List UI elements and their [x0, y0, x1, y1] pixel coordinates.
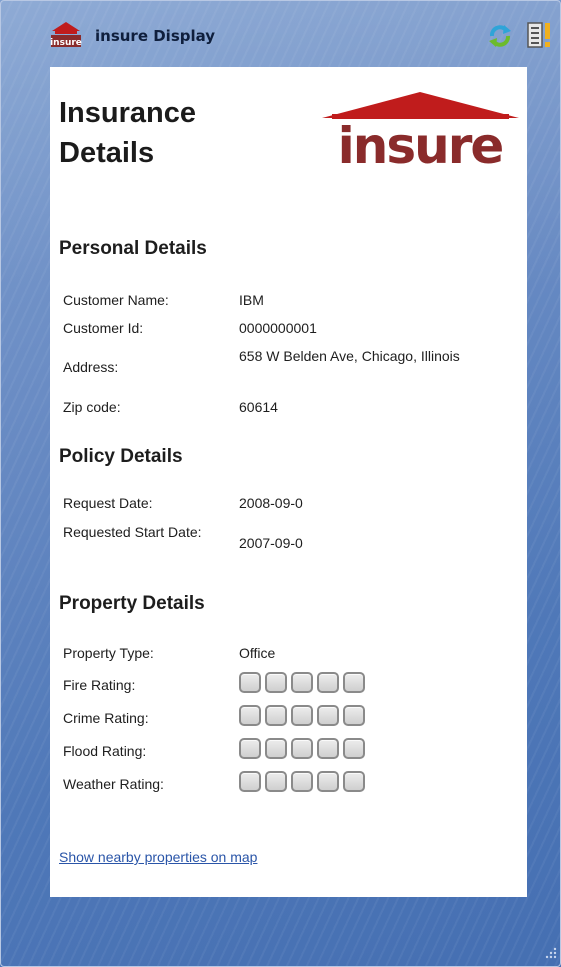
- insurance-details-panel: Insurance Details insure Personal Detail…: [50, 67, 527, 897]
- field-label: Weather Rating:: [63, 776, 164, 792]
- field-value: 2007-09-0: [239, 535, 303, 551]
- rating-box[interactable]: [343, 672, 365, 693]
- field-label: Fire Rating:: [63, 677, 136, 693]
- svg-text:insure: insure: [50, 38, 82, 48]
- policy-details-title: Policy Details: [59, 446, 183, 467]
- brand-text: insure: [338, 117, 503, 168]
- field-value: 60614: [239, 399, 278, 415]
- field-label: Zip code:: [63, 399, 121, 415]
- rating-box[interactable]: [291, 771, 313, 792]
- personal-details-title: Personal Details: [59, 238, 207, 259]
- rating-box[interactable]: [265, 705, 287, 726]
- field-value: 2008-09-0: [239, 495, 303, 511]
- rating-box[interactable]: [239, 705, 261, 726]
- page-title: Insurance Details: [59, 93, 259, 173]
- house-logo-icon: insure: [50, 22, 82, 48]
- refresh-icon[interactable]: [486, 22, 514, 50]
- app-title: insure Display: [95, 27, 216, 45]
- property-details-title: Property Details: [59, 593, 205, 614]
- field-label: Request Date:: [63, 495, 153, 511]
- rating-box[interactable]: [239, 672, 261, 693]
- field-label: Address:: [63, 359, 119, 375]
- rating-box[interactable]: [291, 705, 313, 726]
- rating-box[interactable]: [343, 705, 365, 726]
- field-label: Crime Rating:: [63, 710, 149, 726]
- gadget-titlebar: insure insure Display: [0, 0, 561, 66]
- field-label: Requested Start Date:: [63, 524, 202, 540]
- flood-rating-control: [239, 738, 365, 759]
- field-value: IBM: [239, 292, 264, 308]
- crime-rating-control: [239, 705, 365, 726]
- field-label: Property Type:: [63, 645, 154, 661]
- rating-box[interactable]: [317, 672, 339, 693]
- resize-grip-icon[interactable]: [544, 946, 558, 960]
- rating-box[interactable]: [291, 738, 313, 759]
- page-title-line2: Details: [59, 137, 155, 169]
- insure-brand-logo: insure: [322, 92, 519, 168]
- rating-box[interactable]: [317, 738, 339, 759]
- page-title-line1: Insurance: [59, 97, 196, 129]
- rating-box[interactable]: [317, 705, 339, 726]
- rating-box[interactable]: [265, 672, 287, 693]
- field-value: 0000000001: [239, 320, 317, 336]
- field-value: Office: [239, 645, 276, 661]
- rating-box[interactable]: [291, 672, 313, 693]
- field-label: Customer Id:: [63, 320, 144, 336]
- rating-box[interactable]: [317, 771, 339, 792]
- show-nearby-properties-link[interactable]: Show nearby properties on map: [59, 849, 257, 865]
- rating-box[interactable]: [239, 738, 261, 759]
- field-value: 658 W Belden Ave, Chicago, Illinois: [239, 348, 460, 364]
- options-menu-icon[interactable]: [526, 20, 552, 50]
- rating-box[interactable]: [239, 771, 261, 792]
- fire-rating-control: [239, 672, 365, 693]
- rating-box[interactable]: [343, 771, 365, 792]
- rating-box[interactable]: [265, 738, 287, 759]
- weather-rating-control: [239, 771, 365, 792]
- rating-box[interactable]: [265, 771, 287, 792]
- field-label: Customer Name:: [63, 292, 169, 308]
- field-label: Flood Rating:: [63, 743, 147, 759]
- rating-box[interactable]: [343, 738, 365, 759]
